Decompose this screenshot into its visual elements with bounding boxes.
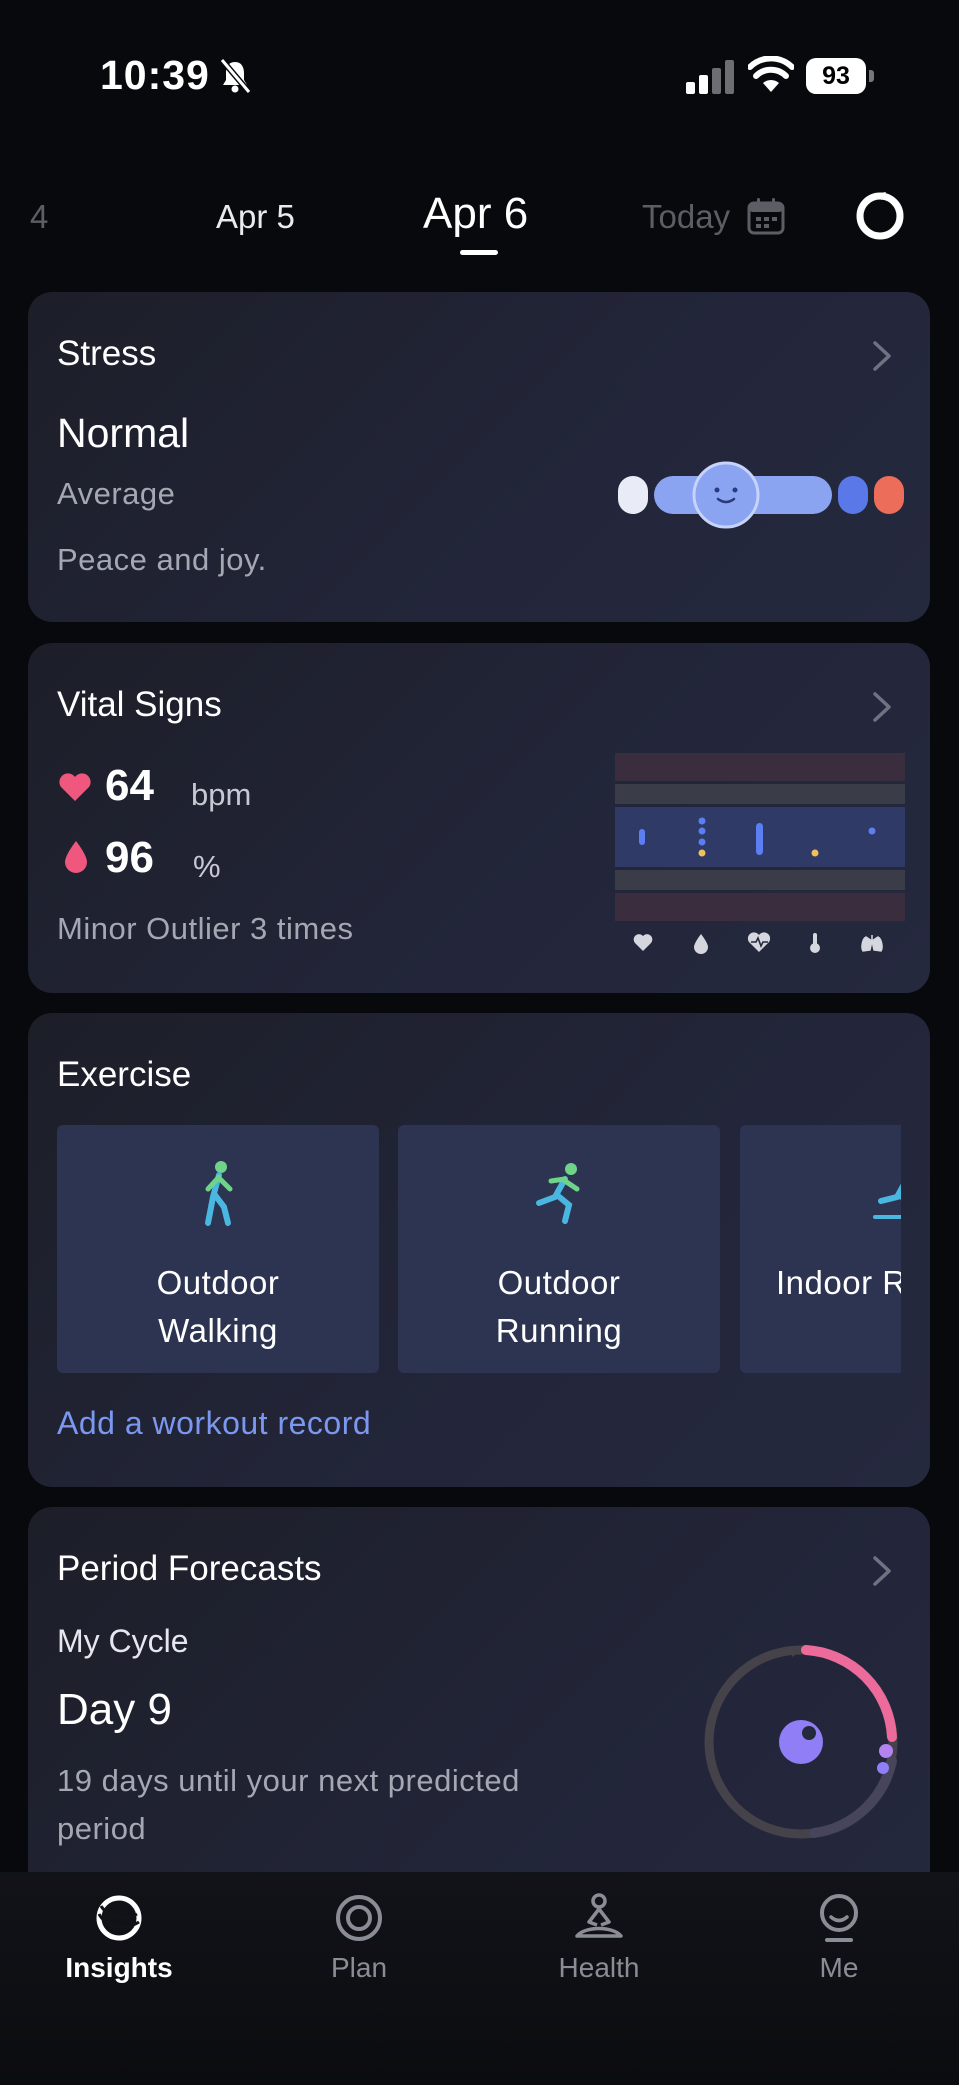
stress-card[interactable]: Stress Normal Average Peace and joy.: [28, 292, 930, 622]
battery-cap: [869, 70, 874, 82]
exercise-title: Exercise: [57, 1055, 192, 1094]
heart-icon: [59, 773, 91, 801]
lungs-legend-icon: [861, 935, 883, 952]
calendar-icon[interactable]: [746, 196, 786, 236]
date-selected-indicator: [460, 250, 498, 255]
heart-rate-unit: bpm: [191, 777, 252, 812]
spo2-value: 96: [105, 833, 154, 882]
date-tab-apr-5[interactable]: Apr 5: [216, 198, 295, 236]
chevron-right-icon: [873, 692, 891, 722]
stress-average-label: Average: [57, 476, 176, 511]
add-workout-record-link[interactable]: Add a workout record: [57, 1405, 371, 1442]
vital-outlier-text: Minor Outlier 3 times: [57, 911, 354, 946]
battery-level: 93: [806, 58, 866, 94]
tab-label: Me: [819, 1952, 859, 1983]
profile-icon: [820, 1894, 858, 1942]
stress-scale-indicator: [618, 461, 904, 529]
tab-plan[interactable]: Plan: [259, 1892, 459, 1992]
running-icon: [536, 1163, 580, 1224]
walking-icon: [205, 1161, 233, 1226]
exercise-tile-outdoor-running[interactable]: Outdoor Running: [398, 1125, 720, 1373]
cellular-signal-icon: [686, 60, 734, 94]
blood-oxygen-drop-icon: [65, 841, 87, 873]
exercise-tile-label: Outdoor Walking: [156, 1264, 280, 1349]
exercise-tiles[interactable]: Outdoor Walking Outdoor Running Indoor R: [57, 1125, 901, 1373]
cycle-ring-chart: [704, 1645, 898, 1839]
tab-me[interactable]: Me: [739, 1892, 939, 1992]
exercise-tile-indoor-running[interactable]: Indoor R: [740, 1125, 901, 1373]
exercise-card: Exercise OutdoorWalking OutdoorRunning: [28, 1013, 930, 1487]
treadmill-icon: [873, 1183, 901, 1219]
exercise-tile-outdoor-walking[interactable]: Outdoor Walking: [57, 1125, 379, 1373]
stress-level: Normal: [57, 410, 190, 456]
tab-label: Plan: [330, 1952, 388, 1983]
tab-label: Insights: [65, 1952, 173, 1983]
tab-insights[interactable]: Insights: [19, 1892, 219, 1992]
bottom-tab-bar: Insights Plan Health Me: [0, 1872, 959, 2085]
date-navigation: 4 Apr 5 Apr 6 Today: [0, 180, 959, 260]
battery-indicator: 93: [806, 58, 876, 94]
chevron-right-icon: [873, 341, 891, 371]
stress-message: Peace and joy.: [57, 542, 267, 577]
spo2-unit: %: [193, 849, 221, 884]
heart-legend-icon: [633, 934, 653, 951]
heart-rate-value: 64: [105, 761, 154, 810]
sync-ring-icon[interactable]: [852, 188, 908, 244]
wifi-icon: [748, 56, 794, 92]
tab-label: Health: [558, 1952, 640, 1983]
cycle-message: 19 days until your next predicted period: [57, 1763, 520, 1846]
plan-icon: [336, 1895, 382, 1941]
vital-signs-title: Vital Signs: [57, 685, 222, 724]
vital-signs-card[interactable]: Vital Signs 64 bpm 96 % Minor Outlier 3 …: [28, 643, 930, 993]
cycle-label: My Cycle: [57, 1623, 189, 1659]
chevron-right-icon: [873, 1556, 891, 1586]
date-tab-apr-6[interactable]: Apr 6: [423, 189, 528, 239]
bell-muted-icon: [219, 58, 252, 94]
date-tab-apr-4[interactable]: 4: [30, 198, 48, 236]
status-bar: 10:39 93: [0, 0, 959, 140]
drop-legend-icon: [694, 934, 708, 954]
tab-health[interactable]: Health: [499, 1892, 699, 1992]
exercise-tile-label: Indoor R: [776, 1264, 901, 1301]
exercise-tile-label: Outdoor Running: [495, 1264, 623, 1349]
status-time: 10:39: [100, 52, 210, 98]
insights-icon: [96, 1895, 142, 1941]
period-forecasts-title: Period Forecasts: [57, 1549, 322, 1588]
meditation-icon: [575, 1893, 623, 1938]
stress-title: Stress: [57, 334, 157, 373]
date-tab-today[interactable]: Today: [642, 198, 730, 236]
vital-signs-chart: [615, 753, 905, 954]
cycle-day: Day 9: [57, 1685, 172, 1734]
